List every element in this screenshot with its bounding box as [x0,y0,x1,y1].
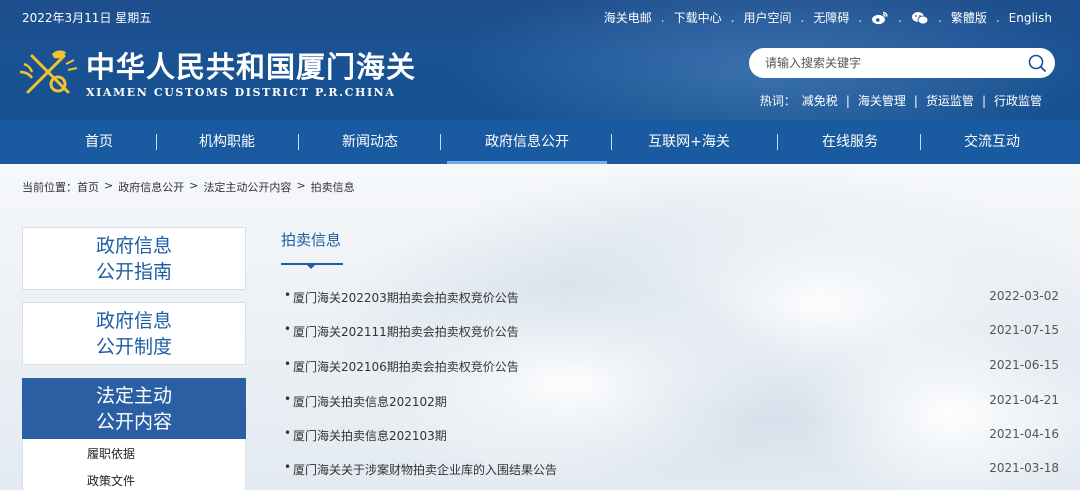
breadcrumb-separator: > [296,179,306,192]
user-space-link[interactable]: 用户空间 [743,9,791,26]
separator-dot: . [858,10,863,25]
email-link[interactable]: 海关电邮 [604,9,652,26]
breadcrumb-prefix: 当前位置： [22,181,77,194]
bullet: • [284,460,292,474]
list-item-title[interactable]: 厦门海关拍卖信息202102期 [293,393,447,410]
breadcrumb-separator: > [104,179,114,192]
sidebar-card-label: 政府信息 [95,235,172,257]
nav-divider [440,134,441,150]
list-item-date: 2022-03-02 [989,289,1059,303]
hot-words-label: 热词： [759,94,796,108]
separator-dot: . [995,10,1000,25]
nav-item-news[interactable]: 新闻动态 [320,120,420,164]
bullet: • [284,288,292,302]
separator-bar: | [981,93,986,108]
cloud [360,284,780,484]
wechat-icon[interactable] [911,11,929,25]
search-icon[interactable] [1027,53,1047,73]
nav-divider [298,134,299,150]
sidebar-subitem-basis[interactable]: 履职依据 [87,445,135,462]
section-title: 拍卖信息 [281,231,342,249]
sidebar-card-label: 公开制度 [95,336,172,358]
list-item[interactable]: • 厦门海关拍卖信息202102期 2021-04-21 [284,392,1059,410]
traditional-chinese-link[interactable]: 繁體版 [951,9,987,26]
nav-divider [777,134,778,150]
list-item[interactable]: • 厦门海关拍卖信息202103期 2021-04-16 [284,426,1059,444]
nav-item-functions[interactable]: 机构职能 [177,120,277,164]
sidebar-card-guide[interactable]: 政府信息 公开指南 [22,227,246,290]
accessibility-link[interactable]: 无障碍 [813,9,849,26]
list-item-title[interactable]: 厦门海关202203期拍卖会拍卖权竞价公告 [293,289,519,306]
hot-words: 热词： 减免税 | 海关管理 | 货运监管 | 行政监管 [760,92,1042,109]
nav-item-online-services[interactable]: 在线服务 [800,120,900,164]
caret-down-icon [307,265,315,269]
list-item-date: 2021-04-21 [989,393,1059,407]
separator-bar: | [913,93,918,108]
hot-word-link[interactable]: 减免税 [802,92,838,109]
nav-item-interaction[interactable]: 交流互动 [942,120,1042,164]
separator-dot: . [898,10,902,25]
nav-divider [920,134,921,150]
current-date: 2022年3月11日 星期五 [22,11,152,25]
sidebar-card-system[interactable]: 政府信息 公开制度 [22,302,246,365]
nav-divider [611,134,612,150]
sidebar-submenu: 履职依据 政策文件 [22,439,246,490]
top-links: 海关电邮 . 下载中心 . 用户空间 . 无障碍 . . . 繁體版 . Eng… [604,9,1052,26]
list-item[interactable]: • 厦门海关202106期拍卖会拍卖权竞价公告 2021-06-15 [284,357,1059,375]
sidebar-card-statutory-active[interactable]: 法定主动 公开内容 [22,378,246,439]
separator-dot: . [660,10,665,25]
separator-dot: . [937,10,942,25]
sidebar-subitem-policy[interactable]: 政策文件 [87,472,135,489]
list-item[interactable]: • 厦门海关关于涉案财物拍卖企业库的入围结果公告 2021-03-18 [284,460,1059,478]
download-center-link[interactable]: 下载中心 [674,9,722,26]
site-name: 中华人民共和国厦门海关 [86,50,417,84]
separator-dot: . [800,10,805,25]
breadcrumb: 当前位置： 首页 > 政府信息公开 > 法定主动公开内容 > 拍卖信息 [22,179,355,195]
list-item-date: 2021-06-15 [989,358,1059,372]
list-item-title[interactable]: 厦门海关拍卖信息202103期 [293,427,447,444]
nav-divider [156,134,157,150]
sidebar-card-label: 公开内容 [95,411,172,433]
bullet: • [284,357,292,371]
breadcrumb-gov-info[interactable]: 政府信息公开 [118,179,184,195]
list-item-date: 2021-07-15 [989,323,1059,337]
list-item-title[interactable]: 厦门海关关于涉案财物拍卖企业库的入围结果公告 [293,461,557,478]
english-link[interactable]: English [1009,11,1052,25]
breadcrumb-current[interactable]: 拍卖信息 [311,179,355,195]
bullet: • [284,426,292,440]
list-item-date: 2021-04-16 [989,427,1059,441]
search-input[interactable] [765,54,1015,72]
breadcrumb-separator: > [189,179,199,192]
site-name-english: XIAMEN CUSTOMS DISTRICT P.R.CHINA [86,86,396,99]
hot-word-link[interactable]: 行政监管 [994,92,1042,109]
site-header: 2022年3月11日 星期五 海关电邮 . 下载中心 . 用户空间 . 无障碍 … [0,0,1080,120]
customs-emblem-icon[interactable] [18,44,80,100]
bullet: • [284,392,292,406]
nav-item-internet-customs[interactable]: 互联网+海关 [629,120,749,164]
bullet: • [284,322,292,336]
list-item-title[interactable]: 厦门海关202111期拍卖会拍卖权竞价公告 [293,323,519,340]
sidebar-card-label: 公开指南 [95,261,172,283]
sidebar-card-label: 政府信息 [95,310,172,332]
list-item-title[interactable]: 厦门海关202106期拍卖会拍卖权竞价公告 [293,358,519,375]
sidebar-card-label: 法定主动 [95,385,172,407]
separator-bar: | [845,93,850,108]
nav-item-home[interactable]: 首页 [59,120,139,164]
list-item-date: 2021-03-18 [989,461,1059,475]
hot-word-link[interactable]: 海关管理 [858,92,906,109]
breadcrumb-home[interactable]: 首页 [77,179,99,195]
breadcrumb-statutory[interactable]: 法定主动公开内容 [203,179,291,195]
nav-item-gov-info[interactable]: 政府信息公开 [447,120,607,164]
hot-word-link[interactable]: 货运监管 [926,92,974,109]
list-item[interactable]: • 厦门海关202111期拍卖会拍卖权竞价公告 2021-07-15 [284,322,1059,340]
separator-dot: . [730,10,735,25]
list-item[interactable]: • 厦门海关202203期拍卖会拍卖权竞价公告 2022-03-02 [284,288,1059,306]
weibo-icon[interactable] [871,11,889,25]
search-box [749,48,1055,78]
main-nav: 首页 机构职能 新闻动态 政府信息公开 互联网+海关 在线服务 交流互动 [0,120,1080,164]
